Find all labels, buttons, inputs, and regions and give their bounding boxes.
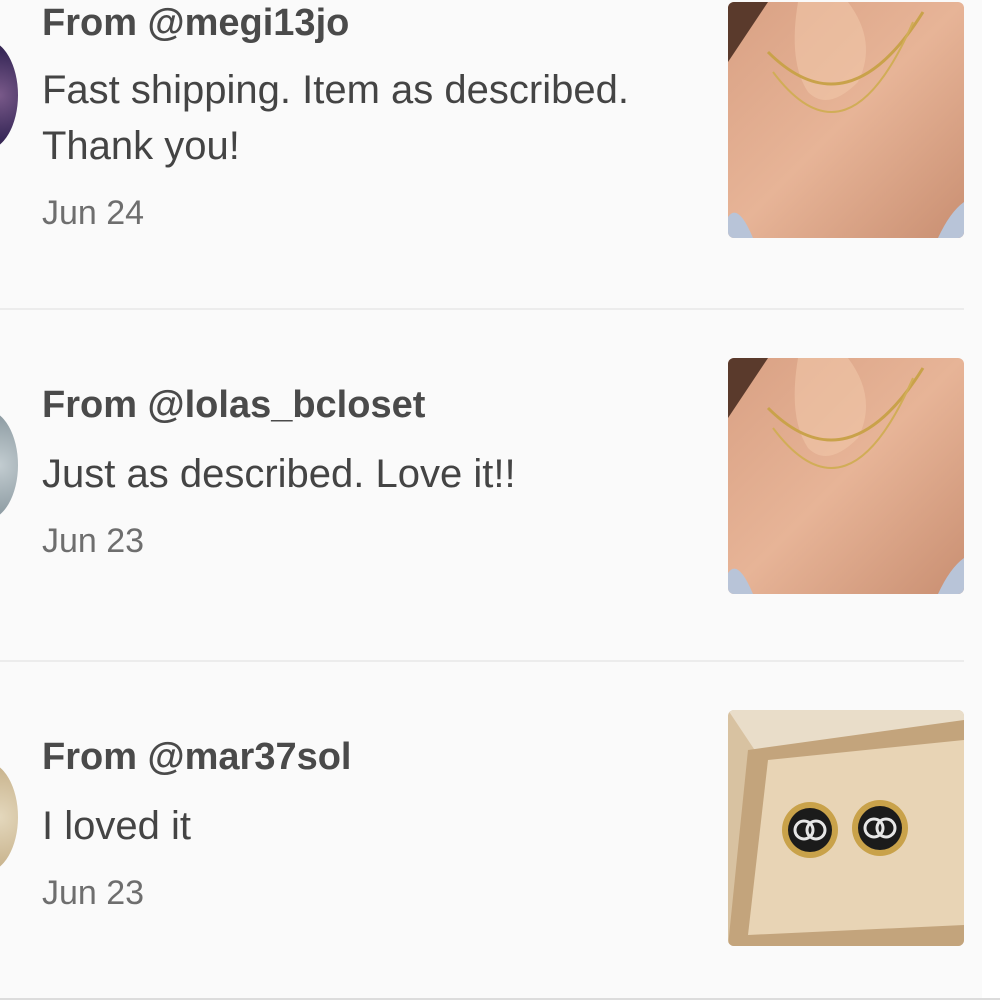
review-item[interactable]: From @megi13jo Fast shipping. Item as de… — [0, 0, 1000, 310]
review-date: Jun 23 — [42, 874, 145, 912]
review-text: Just as described. Love it!! — [42, 452, 516, 496]
right-gutter — [982, 0, 1000, 1000]
earrings-thumbnail[interactable] — [728, 710, 964, 946]
review-author[interactable]: From @megi13jo — [42, 2, 349, 45]
reviewer-avatar[interactable] — [0, 40, 18, 150]
review-item[interactable]: From @lolas_bcloset Just as described. L… — [0, 310, 1000, 662]
review-author[interactable]: From @mar37sol — [42, 736, 352, 779]
gold-necklace-photo-icon — [728, 358, 964, 594]
review-text: Fast shipping. Item as described. Thank … — [42, 68, 629, 168]
necklace-thumbnail[interactable] — [728, 2, 964, 238]
review-date: Jun 24 — [42, 194, 145, 232]
review-date: Jun 23 — [42, 522, 145, 560]
review-item[interactable]: From @mar37sol I loved it Jun 23 — [0, 662, 1000, 1000]
review-author[interactable]: From @lolas_bcloset — [42, 384, 425, 427]
earrings-photo-icon — [728, 710, 964, 946]
reviewer-avatar[interactable] — [0, 762, 18, 872]
review-text: I loved it — [42, 804, 191, 848]
gold-necklace-photo-icon — [728, 2, 964, 238]
reviewer-avatar[interactable] — [0, 410, 18, 520]
necklace-thumbnail[interactable] — [728, 358, 964, 594]
